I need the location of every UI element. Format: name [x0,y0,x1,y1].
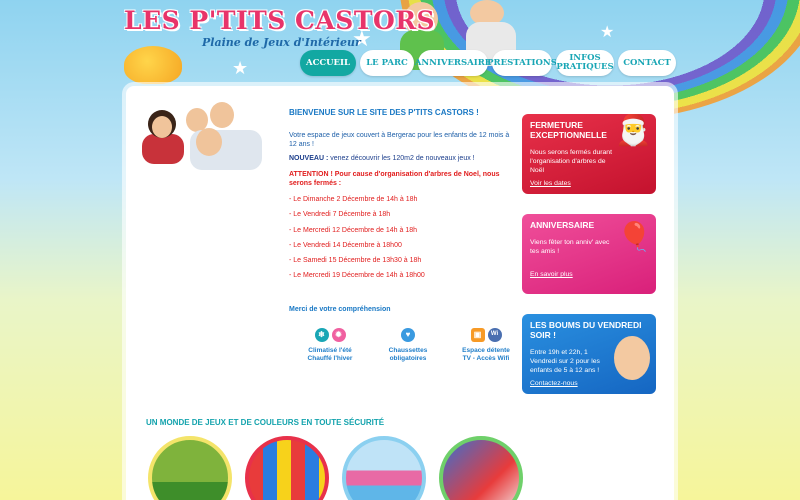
feature-line: obligatoires [389,354,427,362]
nav-prestations[interactable]: PRESTATIONS [487,50,557,76]
promo-text: Viens fêter ton anniv' avec tes amis ! [530,239,610,255]
promo-text: Entre 19h et 22h, 1 Vendredi sur 2 pour … [530,349,600,374]
feature-line: Espace détente [462,347,510,354]
promo-boums[interactable]: LES BOUMS DU VENDREDI SOIR ! Entre 19h e… [522,314,656,394]
intro-text: Votre espace de jeux couvert à Bergerac … [289,132,510,148]
star-icon: ★ [600,24,615,41]
section-title: UN MONDE DE JEUX ET DE COULEURS EN TOUTE… [146,418,385,427]
gallery-thumb[interactable] [148,436,232,500]
feature-climate: ❄ ✹ Climatisé l'été Chauffé l'hiver [300,328,360,362]
list-item: - Le Vendredi 7 Décembre à 18h [289,211,391,219]
sun-icon: ✹ [331,328,346,342]
gallery-thumb[interactable] [342,436,426,500]
castor-mascot-icon [124,46,182,84]
list-item: - Le Dimanche 2 Décembre de 14h à 18h [289,196,418,203]
nouveau-text: NOUVEAU : venez découvrir les 120m2 de n… [289,155,511,162]
nouveau-label: NOUVEAU : [289,155,329,162]
nav-infos-pratiques[interactable]: INFOS PRATIQUES [556,50,614,76]
nav-contact[interactable]: CONTACT [618,50,676,76]
family-photo [136,100,268,180]
tv-icon: ▣ [470,328,485,342]
promo-link[interactable]: Contactez-nous [530,379,648,388]
closing-dates-list: - Le Dimanche 2 Décembre de 14h à 18h - … [289,196,511,288]
promo-anniversaire[interactable]: ANNIVERSAIRE Viens fêter ton anniv' avec… [522,214,656,294]
list-item: - Le Mercredi 19 Décembre de 14h à 18h00 [289,272,425,280]
list-item: - Le Vendredi 14 Décembre à 18h00 [289,241,402,249]
nav-accueil[interactable]: ACCUEIL [300,50,356,76]
logo-subtitle: Plaine de Jeux d'Intérieur [202,36,361,49]
balloon-icon: 🎈 [617,221,652,252]
family-photo-part [152,116,172,138]
promo-text: Nous serons fermés durant l'organisation… [530,149,612,174]
family-photo-part [210,102,234,128]
feature-line: Chauffé l'hiver [307,354,353,362]
list-item: - Le Mercredi 12 Décembre de 14h à 18h [289,226,418,234]
snowflake-icon: ❄ [314,328,329,342]
wifi-icon: Wi [487,328,502,342]
logo-title: LES P'TITS CASTORS [124,6,436,35]
feature-line: Chaussettes [388,347,428,354]
kid-photo [614,336,650,380]
feature-line: Climatisé l'été [308,347,352,354]
family-photo-part [142,134,184,164]
gallery-thumbs [148,436,523,500]
gallery-thumb[interactable] [245,436,329,500]
family-photo-part [196,128,222,156]
gallery-thumb[interactable] [439,436,523,500]
nav-le-parc[interactable]: LE PARC [360,50,414,76]
feature-socks: ♥ Chaussettes obligatoires [378,328,438,362]
features-row: ❄ ✹ Climatisé l'été Chauffé l'hiver ♥ Ch… [300,328,516,362]
main-panel: BIENVENUE SUR LE SITE DES P'TITS CASTORS… [126,86,674,500]
promo-link[interactable]: En savoir plus [530,270,648,279]
promo-link[interactable]: Voir les dates [530,179,648,188]
nouveau-body: venez découvrir les 120m2 de nouveaux je… [330,155,475,162]
feature-line: TV - Accès Wifi [462,354,510,362]
santa-icon: 🎅 [614,114,652,147]
feature-relax: ▣ Wi Espace détente TV - Accès Wifi [456,328,516,362]
merci-text: Merci de votre compréhension [289,305,391,313]
attention-text: ATTENTION ! Pour cause d'organisation d'… [289,171,500,187]
promo-fermeture[interactable]: FERMETURE EXCEPTIONNELLE Nous serons fer… [522,114,656,194]
welcome-content: BIENVENUE SUR LE SITE DES P'TITS CASTORS… [289,108,511,313]
main-nav: ACCUEIL LE PARC ANNIVERSAIRE PRESTATIONS… [300,50,676,76]
nav-anniversaire[interactable]: ANNIVERSAIRE [415,50,491,76]
sock-icon: ♥ [401,328,415,342]
welcome-heading: BIENVENUE SUR LE SITE DES P'TITS CASTORS… [289,108,479,117]
list-item: - Le Samedi 15 Décembre de 13h30 à 18h [289,257,422,265]
